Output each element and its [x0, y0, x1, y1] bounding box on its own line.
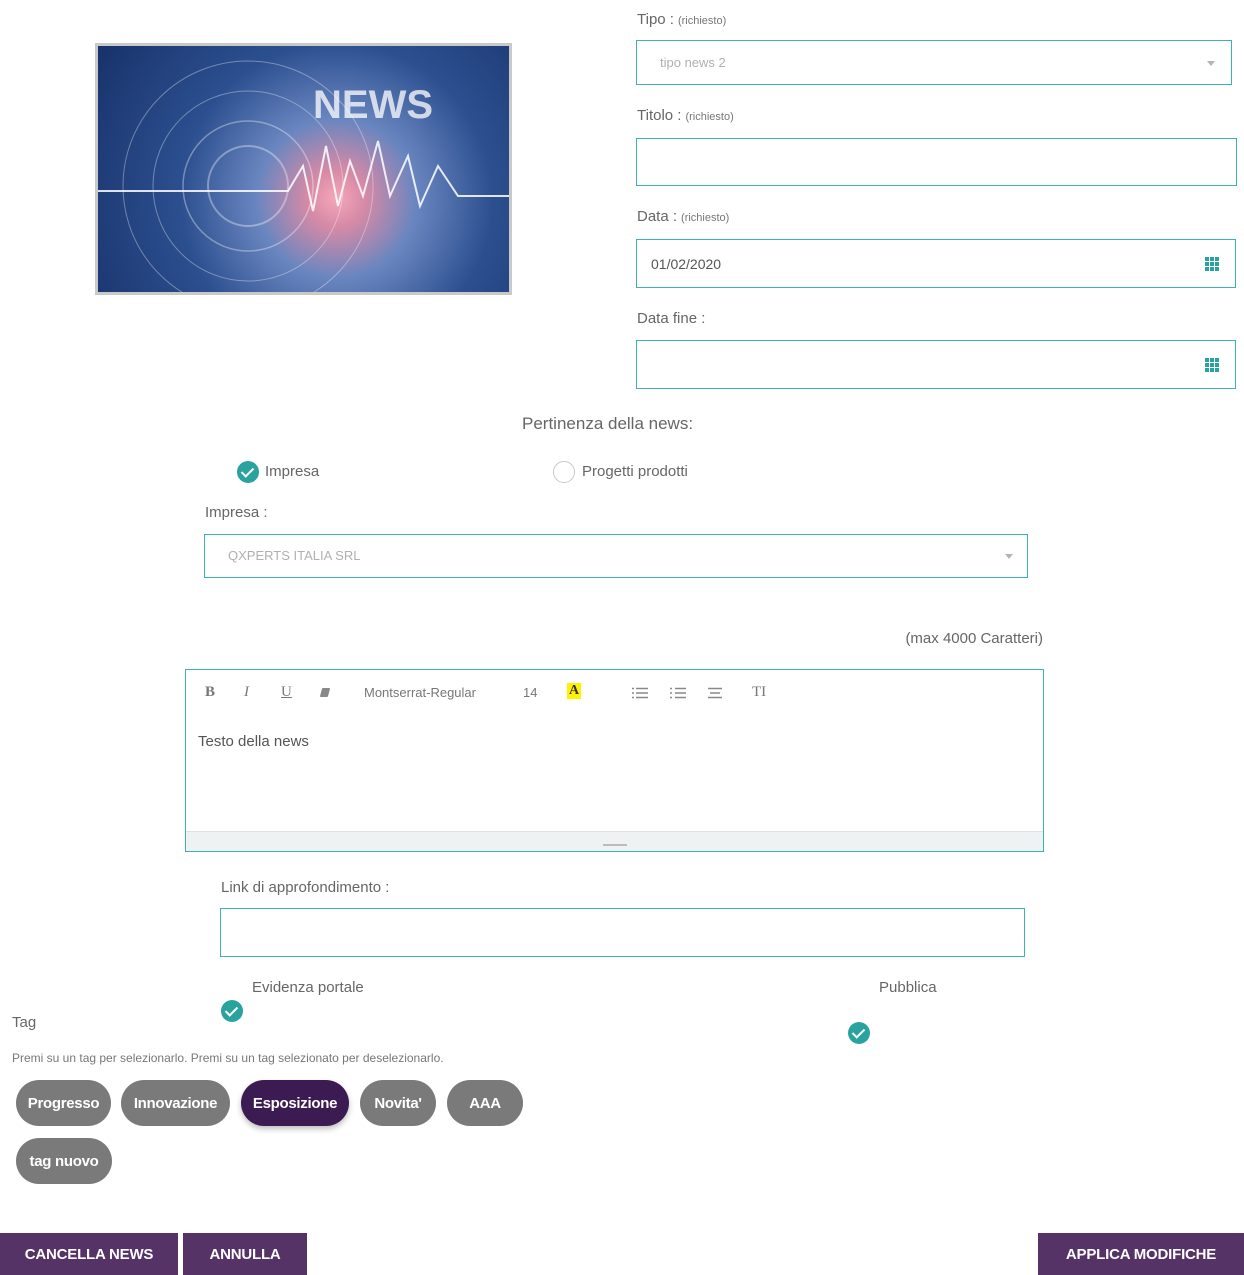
evidenza-portale-label: Evidenza portale	[252, 979, 364, 996]
tag-aaa[interactable]: AAA	[447, 1080, 523, 1126]
data-fine-label: Data fine :	[637, 310, 706, 327]
applica-modifiche-button[interactable]: APPLICA MODIFICHE	[1038, 1233, 1244, 1275]
bold-button[interactable]: B	[205, 684, 215, 701]
chevron-down-icon	[1207, 61, 1215, 66]
align-icon[interactable]	[708, 686, 722, 704]
impresa-select-value: QXPERTS ITALIA SRL	[228, 548, 361, 563]
data-input[interactable]: 01/02/2020	[636, 239, 1236, 288]
eraser-icon[interactable]	[319, 688, 331, 697]
link-label: Link di approfondimento :	[221, 879, 390, 896]
editor-content[interactable]: Testo della news	[198, 733, 309, 750]
tag-title: Tag	[12, 1014, 37, 1031]
calendar-icon[interactable]	[1205, 358, 1219, 372]
pubblica-label: Pubblica	[879, 979, 937, 996]
impresa-radio[interactable]	[237, 461, 259, 483]
tag-help: Premi su un tag per selezionarlo. Premi …	[12, 1051, 444, 1065]
titolo-input[interactable]	[636, 138, 1237, 186]
text-style-button[interactable]: TI	[752, 684, 766, 701]
evidenza-portale-checkbox[interactable]	[221, 1000, 243, 1022]
tag-tag-nuovo[interactable]: tag nuovo	[16, 1138, 112, 1184]
calendar-icon[interactable]	[1205, 257, 1219, 271]
max-chars-hint: (max 4000 Caratteri)	[905, 630, 1043, 647]
italic-button[interactable]: I	[244, 684, 249, 701]
tag-progresso[interactable]: Progresso	[16, 1080, 111, 1126]
progetti-prodotti-radio-label: Progetti prodotti	[582, 463, 688, 480]
tag-innovazione[interactable]: Innovazione	[121, 1080, 230, 1126]
rich-text-editor: B I U Montserrat-Regular 14 A TI Testo d…	[185, 669, 1044, 852]
data-label: Data : (richiesto)	[637, 208, 730, 225]
impresa-label: Impresa :	[205, 504, 268, 521]
tipo-label: Tipo : (richiesto)	[637, 11, 727, 28]
ordered-list-icon[interactable]	[670, 686, 686, 704]
link-input[interactable]	[220, 908, 1025, 957]
data-fine-input[interactable]	[636, 340, 1236, 389]
cancella-news-button[interactable]: CANCELLA NEWS	[0, 1233, 178, 1275]
progetti-prodotti-radio[interactable]	[553, 461, 575, 483]
pubblica-checkbox[interactable]	[848, 1022, 870, 1044]
data-input-value: 01/02/2020	[651, 256, 722, 272]
news-image-text: NEWS	[313, 83, 433, 127]
resize-grip-icon	[603, 844, 627, 846]
news-image[interactable]: NEWS	[95, 43, 512, 295]
titolo-label: Titolo : (richiesto)	[637, 107, 734, 124]
impresa-select[interactable]: QXPERTS ITALIA SRL	[204, 534, 1028, 578]
editor-toolbar: B I U Montserrat-Regular 14 A TI	[186, 670, 1043, 716]
annulla-button[interactable]: ANNULLA	[183, 1233, 307, 1275]
tipo-select-value: tipo news 2	[660, 55, 726, 70]
news-image-art: NEWS	[98, 60, 509, 292]
font-family-select[interactable]: Montserrat-Regular	[364, 685, 476, 700]
impresa-radio-label: Impresa	[265, 463, 320, 480]
tag-esposizione[interactable]: Esposizione	[241, 1080, 349, 1126]
tipo-select[interactable]: tipo news 2	[636, 40, 1232, 85]
underline-button[interactable]: U	[281, 684, 292, 701]
tag-novita[interactable]: Novita'	[360, 1080, 436, 1126]
unordered-list-icon[interactable]	[632, 686, 648, 704]
font-color-button[interactable]: A	[567, 683, 582, 699]
font-size-select[interactable]: 14	[523, 685, 537, 700]
chevron-down-icon	[1005, 554, 1013, 559]
editor-resize-handle[interactable]	[186, 831, 1043, 851]
pertinenza-title: Pertinenza della news:	[522, 414, 694, 433]
